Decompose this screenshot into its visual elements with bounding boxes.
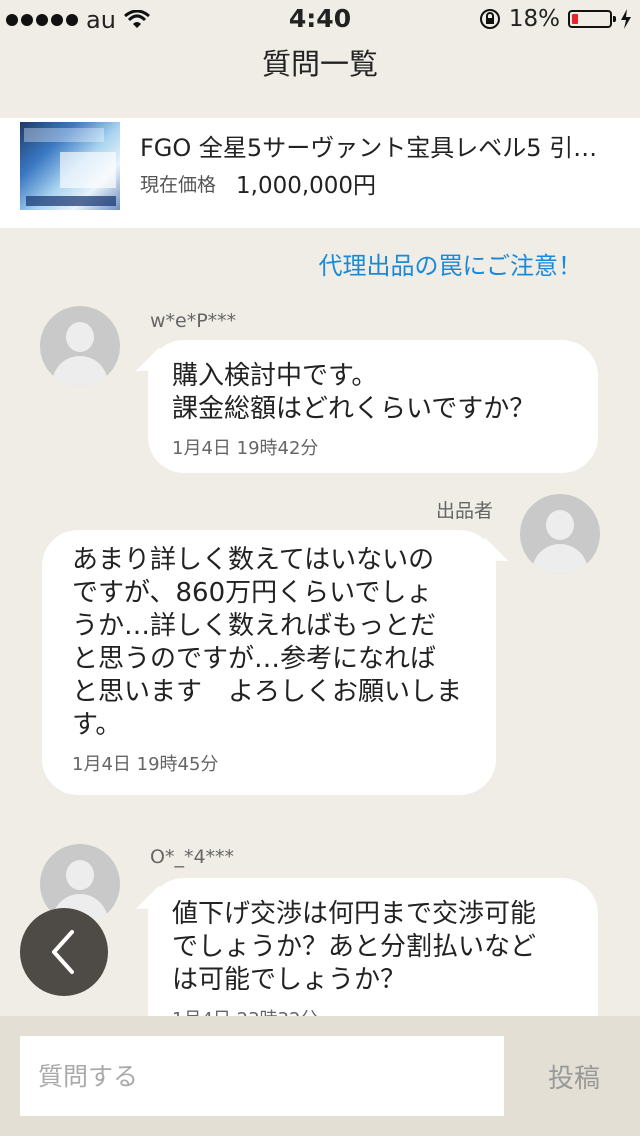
message-username: O*_*4***: [150, 846, 235, 868]
scam-warning-link[interactable]: 代理出品の罠にご注意！: [318, 246, 582, 281]
message-time: 1月4日 19時42分: [172, 438, 319, 459]
status-right: 18%: [479, 6, 632, 32]
charging-bolt-icon: [621, 9, 631, 29]
price-value: 1,000,000円: [236, 173, 377, 199]
message-text: 値下げ交渉は何円まで交渉可能 でしょうか？あと分割払いなど は可能でしょうか？: [172, 899, 537, 995]
price-label: 現在価格: [140, 174, 217, 196]
chevron-left-icon: [52, 930, 74, 974]
message-text: あまり詳しく数えてはいないの ですが、860万円くらいでしょ うか…詳しく数えれ…: [72, 545, 463, 740]
question-footer: 投稿: [0, 1016, 640, 1136]
message-username: w*e*P***: [150, 310, 237, 332]
message-bubble: あまり詳しく数えてはいないの ですが、860万円くらいでしょ うか…詳しく数えれ…: [42, 530, 496, 795]
question-input[interactable]: [20, 1036, 504, 1116]
avatar-icon: [40, 306, 120, 386]
page-title: 質問一覧: [261, 47, 378, 81]
battery-fill: [572, 14, 578, 24]
orientation-lock-icon: [479, 9, 500, 29]
message-text: 購入検討中です。 課金総額はどれくらいですか？: [172, 361, 536, 424]
back-button[interactable]: [20, 908, 108, 996]
item-title[interactable]: FGO 全星5サーヴァント宝具レベル5 引…: [140, 128, 597, 163]
message-username: 出品者: [436, 500, 494, 522]
status-bar: au 4:40 18%: [0, 0, 640, 40]
battery-percent: 18%: [508, 6, 560, 32]
avatar-icon: [520, 494, 600, 574]
item-thumbnail[interactable]: [20, 122, 120, 210]
post-button[interactable]: 投稿: [524, 1036, 624, 1116]
message-time: 1月4日 19時45分: [72, 754, 219, 775]
message-bubble: 購入検討中です。 課金総額はどれくらいですか？ 1月4日 19時42分: [148, 340, 598, 473]
battery-icon: [568, 10, 616, 28]
